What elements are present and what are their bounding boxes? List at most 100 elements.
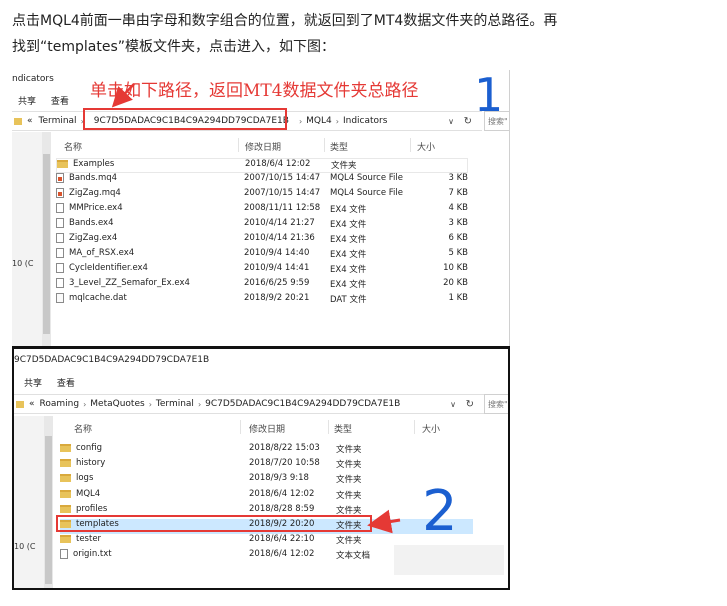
address-segment-indicators[interactable]: Indicators [343,116,387,126]
chevron-right-icon: › [83,399,87,409]
file-date: 2018/8/28 8:59 [249,503,315,514]
file-row[interactable]: logs 2018/9/3 9:18 文件夹 [60,473,473,488]
file-name: config [76,443,103,453]
column-header-date[interactable]: 修改日期 [245,140,281,153]
file-row[interactable]: ZigZag.mq4 2007/10/15 14:47 MQL4 Source Fi… [56,188,468,203]
address-bar[interactable]: « Roaming › MetaQuotes › Terminal › 9C7D… [14,394,484,414]
refresh-icon[interactable]: ↻ [464,116,472,127]
address-overflow-chevron[interactable]: « [27,116,33,126]
ribbon-tab-share[interactable]: 共享 [18,97,36,107]
navigation-pane[interactable] [14,416,44,588]
file-name-cell[interactable]: ZigZag.ex4 [56,233,117,243]
nav-scrollbar[interactable] [44,416,53,588]
column-header-date[interactable]: 修改日期 [249,422,285,435]
file-name-cell[interactable]: MQL4 [60,489,100,499]
article-paragraph-line-1: 点击MQL4前面一串由字母和数字组合的位置，就返回到了MT4数据文件夹的总路径。… [12,13,558,29]
column-header-name[interactable]: 名称 [74,422,92,435]
ribbon-tabs: 共享 查看 [18,94,81,107]
file-name: logs [76,473,94,484]
file-name: Bands.ex4 [69,218,114,228]
ribbon-tab-view[interactable]: 查看 [51,97,69,107]
annotation-highlight-box [83,108,287,130]
column-header-size[interactable]: 大小 [422,422,440,435]
file-name: MQL4 [76,488,101,499]
file-name-cell[interactable]: MA_of_RSX.ex4 [56,248,134,258]
file-name-cell[interactable]: Bands.ex4 [56,218,113,228]
file-name-cell[interactable]: Bands.mq4 [56,173,117,183]
column-header-size[interactable]: 大小 [417,140,435,153]
file-date: 2018/9/3 9:18 [249,473,309,484]
file-date: 2008/11/11 12:58 [244,203,321,213]
file-name-cell[interactable]: CycleIdentifier.ex4 [56,263,148,273]
column-header-type[interactable]: 类型 [330,140,348,153]
column-divider[interactable] [328,420,329,434]
column-divider[interactable] [240,420,241,434]
file-row[interactable]: MQL4 2018/6/4 12:02 文件夹 [60,489,473,504]
nav-drive-label[interactable]: 10 (C [12,259,33,268]
file-row[interactable]: 3_Level_ZZ_Semafor_Ex.ex4 2016/6/25 9:59 E… [56,278,468,293]
file-name-cell[interactable]: profiles [60,504,107,514]
explorer-screenshot-indicators: ndicators 共享 查看 « Terminal › 9C7D5DADAC9… [12,70,510,346]
address-segment-metaquotes[interactable]: MetaQuotes [90,399,144,409]
chevron-down-icon[interactable]: ∨ [448,117,454,126]
file-row[interactable]: MA_of_RSX.ex4 2010/9/4 14:40 EX4 文件 5 KB [56,248,468,263]
nav-scrollbar[interactable] [42,132,51,346]
annotation-text: 单击如下路径，返回MT4数据文件夹总路径 [90,81,419,101]
ribbon-tab-view[interactable]: 查看 [57,379,75,389]
chevron-right-icon: › [148,399,152,409]
address-segment-terminal[interactable]: Terminal [39,116,77,126]
annotation-highlight-box [56,515,372,532]
address-segment-data-folder[interactable]: 9C7D5DADAC9C1B4C9A294DD79CDA7E1B [205,399,400,409]
file-row[interactable]: Bands.ex4 2010/4/14 21:27 EX4 文件 3 KB [56,218,468,233]
file-name-cell[interactable]: 3_Level_ZZ_Semafor_Ex.ex4 [56,278,190,288]
column-header-type[interactable]: 类型 [334,422,352,435]
navigation-pane[interactable] [12,132,42,346]
file-row[interactable]: ZigZag.ex4 2010/4/14 21:36 EX4 文件 6 KB [56,233,468,248]
file-type: 文件夹 [336,460,362,471]
file-name-cell[interactable]: tester [60,534,101,544]
file-row[interactable]: history 2018/7/20 10:58 文件夹 [60,458,473,473]
file-row[interactable]: CycleIdentifier.ex4 2010/9/4 14:41 EX4 文件 1… [56,263,468,278]
refresh-icon[interactable]: ↻ [466,399,474,410]
folder-icon [60,535,71,544]
address-segment-terminal[interactable]: Terminal [156,399,194,409]
file-name-cell[interactable]: mqlcache.dat [56,293,127,303]
file-size: 7 KB [448,188,468,198]
ex4-file-icon [56,278,64,288]
file-row[interactable]: Examples 2018/6/4 12:02 文件夹 [56,158,468,173]
file-row[interactable]: Bands.mq4 2007/10/15 14:47 MQL4 Source Fil… [56,173,468,188]
file-name-cell[interactable]: MMPrice.ex4 [56,203,123,213]
search-input[interactable]: 搜索" [484,394,508,414]
file-row[interactable]: mqlcache.dat 2018/9/2 20:21 DAT 文件 1 KB [56,293,468,308]
column-divider[interactable] [410,138,411,152]
file-row[interactable]: MMPrice.ex4 2008/11/11 12:58 EX4 文件 4 KB [56,203,468,218]
file-name-cell[interactable]: ZigZag.mq4 [56,188,121,198]
file-size: 1 KB [448,293,468,303]
file-name: Examples [73,159,115,169]
file-date: 2007/10/15 14:47 [244,188,321,198]
nav-drive-label[interactable]: 10 (C [14,542,35,551]
column-divider[interactable] [238,138,239,152]
file-name-cell[interactable]: origin.txt [60,549,112,560]
column-divider[interactable] [324,138,325,152]
address-segment-roaming[interactable]: Roaming [40,399,80,409]
column-header-name[interactable]: 名称 [64,140,82,153]
file-name-cell[interactable]: config [60,443,102,453]
file-name-cell[interactable]: logs [60,473,93,483]
file-name-cell[interactable]: Examples [57,159,114,169]
scrollbar-thumb[interactable] [45,436,52,584]
file-type: EX4 文件 [330,235,367,245]
file-date: 2018/6/4 12:02 [249,549,315,560]
file-type: MQL4 Source File [330,173,403,183]
folder-icon [60,489,71,498]
chevron-down-icon[interactable]: ∨ [450,400,456,409]
ribbon-tab-share[interactable]: 共享 [24,379,42,389]
chevron-right-icon: › [335,116,339,126]
column-divider[interactable] [414,420,415,434]
folder-icon [60,474,71,483]
address-segment-mql4[interactable]: MQL4 [306,116,332,126]
address-overflow-chevron[interactable]: « [29,399,35,409]
file-name-cell[interactable]: history [60,458,105,468]
file-row[interactable]: config 2018/8/22 15:03 文件夹 [60,443,473,458]
scrollbar-thumb[interactable] [43,154,50,334]
